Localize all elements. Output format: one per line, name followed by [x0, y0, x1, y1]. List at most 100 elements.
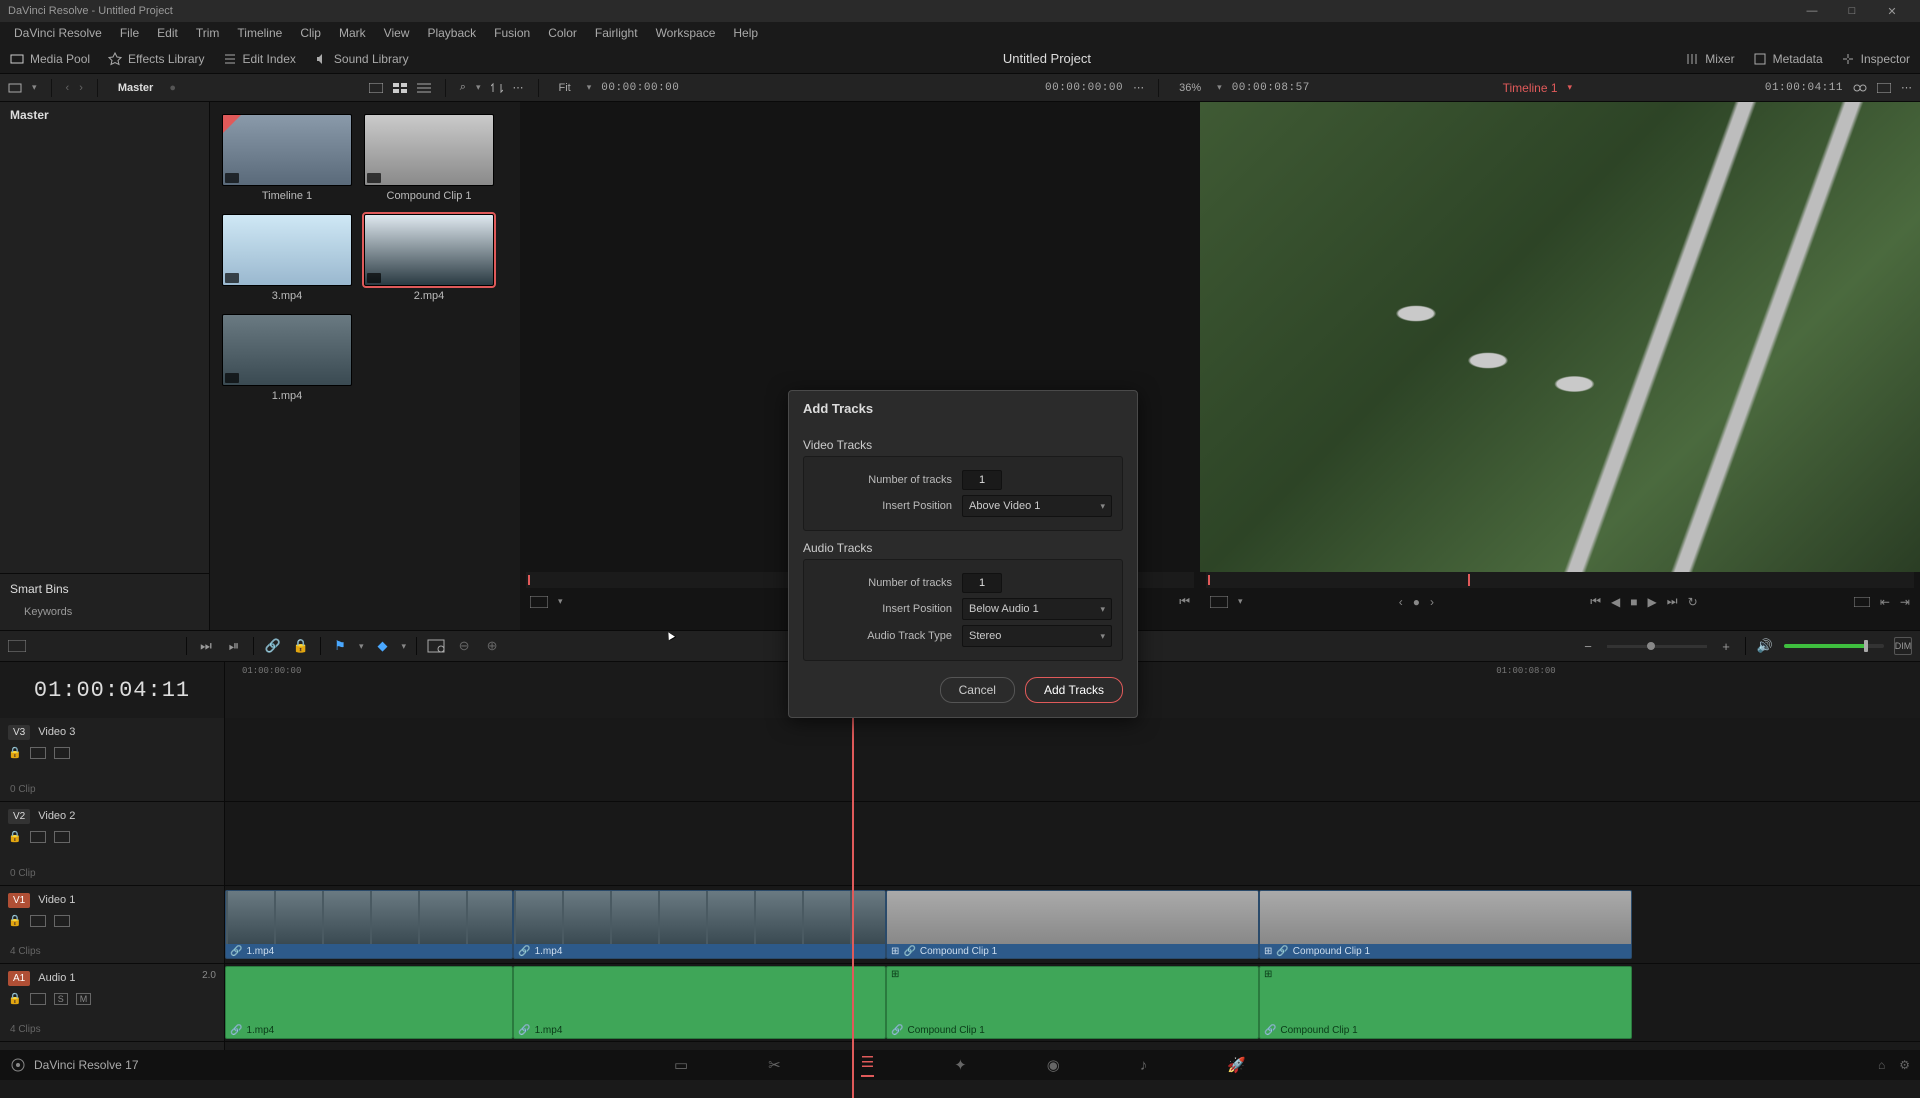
- ws-effects-library[interactable]: Effects Library: [108, 52, 204, 66]
- page-fairlight-icon[interactable]: ♪: [1140, 1057, 1148, 1074]
- ws-media-pool[interactable]: Media Pool: [10, 52, 90, 66]
- source-timecode[interactable]: 00:00:00:00: [601, 82, 679, 94]
- tl-end-icon[interactable]: ⏯: [225, 637, 243, 655]
- auto-select-icon[interactable]: [30, 993, 46, 1005]
- menu-fusion[interactable]: Fusion: [486, 24, 538, 42]
- tl-zoom-out-icon[interactable]: −: [1579, 637, 1597, 655]
- bin-view-icon[interactable]: [8, 81, 22, 95]
- dim-button[interactable]: DIM: [1894, 637, 1912, 655]
- program-jog-bar[interactable]: [1206, 572, 1914, 588]
- src-mode-icon[interactable]: [530, 596, 548, 608]
- tl-zoom-slider[interactable]: [1607, 645, 1707, 648]
- menu-playback[interactable]: Playback: [419, 24, 484, 42]
- chevron-down-icon[interactable]: ▾: [32, 82, 37, 93]
- zoom-in-icon[interactable]: ⊕: [483, 637, 501, 655]
- menu-trim[interactable]: Trim: [188, 24, 228, 42]
- menu-davinci[interactable]: DaVinci Resolve: [6, 24, 110, 42]
- auto-select-icon[interactable]: [30, 747, 46, 759]
- program-timecode-dur[interactable]: 00:00:08:57: [1232, 82, 1310, 94]
- lane-a1[interactable]: 🔗1.mp4 🔗1.mp4 ⊞🔗Compound Clip 1 ⊞🔗Compou…: [225, 964, 1920, 1042]
- playhead[interactable]: [852, 662, 854, 1098]
- search-chevron-icon[interactable]: ▾: [476, 82, 481, 93]
- audio-clip[interactable]: 🔗1.mp4: [513, 966, 886, 1039]
- menu-help[interactable]: Help: [725, 24, 766, 42]
- lock-track-icon[interactable]: 🔒: [8, 746, 22, 759]
- more-icon[interactable]: ⋯: [513, 81, 524, 94]
- fit-dropdown[interactable]: Fit: [553, 80, 577, 96]
- audio-clip[interactable]: ⊞🔗Compound Clip 1: [1259, 966, 1632, 1039]
- menu-file[interactable]: File: [112, 24, 147, 42]
- marker-chevron-icon[interactable]: ▾: [402, 641, 407, 652]
- menu-view[interactable]: View: [376, 24, 418, 42]
- single-viewer-icon[interactable]: [1877, 83, 1891, 93]
- home-icon[interactable]: ⌂: [1878, 1058, 1885, 1072]
- prog-in-icon[interactable]: ⇤: [1880, 595, 1890, 609]
- marker-icon[interactable]: ◆: [374, 637, 392, 655]
- window-max-icon[interactable]: □: [1832, 5, 1872, 17]
- timeline-selector[interactable]: Timeline 1: [1503, 81, 1558, 95]
- add-tracks-button[interactable]: Add Tracks: [1025, 677, 1123, 703]
- video-clip[interactable]: 🔗1.mp4: [513, 890, 886, 959]
- page-edit-icon[interactable]: ☰: [861, 1053, 874, 1077]
- auto-select-icon[interactable]: [30, 915, 46, 927]
- zoom-out-icon[interactable]: ⊖: [455, 637, 473, 655]
- video-clip[interactable]: 🔗1.mp4: [225, 890, 513, 959]
- track-header-v2[interactable]: V2Video 2 🔒 0 Clip: [0, 802, 224, 886]
- solo-button[interactable]: S: [54, 993, 68, 1005]
- tl-view-opts-icon[interactable]: [8, 637, 26, 655]
- audio-type-dropdown[interactable]: Stereo: [962, 625, 1112, 647]
- zoom-chevron-icon[interactable]: ▾: [1217, 82, 1222, 93]
- record-timecode[interactable]: 01:00:04:11: [1765, 82, 1843, 94]
- bypass-icon[interactable]: [1853, 82, 1867, 94]
- prog-more-icon[interactable]: ⋯: [1133, 81, 1144, 94]
- prog-match-icon[interactable]: [1854, 597, 1870, 607]
- window-close-icon[interactable]: ✕: [1872, 5, 1912, 18]
- video-pos-dropdown[interactable]: Above Video 1: [962, 495, 1112, 517]
- link-icon[interactable]: 🔗: [264, 637, 282, 655]
- mute-button[interactable]: M: [76, 993, 92, 1005]
- audio-clip[interactable]: 🔗1.mp4: [225, 966, 513, 1039]
- bin-root[interactable]: Master: [0, 102, 209, 128]
- menu-mark[interactable]: Mark: [331, 24, 374, 42]
- track-header-v1[interactable]: V1Video 1 🔒 4 Clips: [0, 886, 224, 964]
- prog-mode-icon[interactable]: [1210, 596, 1228, 608]
- track-header-a1[interactable]: A1Audio 1 2.0 🔒SM 4 Clips: [0, 964, 224, 1042]
- tl-last-icon[interactable]: ⏭: [197, 637, 215, 655]
- settings-icon[interactable]: ⚙: [1899, 1058, 1910, 1072]
- cancel-button[interactable]: Cancel: [940, 677, 1015, 703]
- prog-stop-icon[interactable]: ■: [1630, 595, 1637, 609]
- prog-loop-icon[interactable]: ↻: [1688, 595, 1698, 609]
- auto-select-icon[interactable]: [30, 831, 46, 843]
- clip-2mp4[interactable]: 2.mp4: [364, 214, 494, 302]
- src-first-icon[interactable]: ⏮: [1179, 594, 1190, 609]
- video-clip[interactable]: ⊞🔗Compound Clip 1: [886, 890, 1259, 959]
- ws-inspector[interactable]: Inspector: [1841, 52, 1910, 66]
- tl-zoom-in-icon[interactable]: +: [1717, 637, 1735, 655]
- lock-icon[interactable]: 🔒: [292, 637, 310, 655]
- prog-mark-icon[interactable]: ●: [1413, 595, 1420, 609]
- lock-track-icon[interactable]: 🔒: [8, 914, 22, 927]
- search-icon[interactable]: ⌕: [460, 81, 466, 94]
- smart-bin-keywords[interactable]: Keywords: [10, 602, 199, 622]
- quick-export-icon[interactable]: [427, 637, 445, 655]
- page-deliver-icon[interactable]: 🚀: [1227, 1056, 1246, 1074]
- flag-chevron-icon[interactable]: ▾: [359, 641, 364, 652]
- track-enable-icon[interactable]: [54, 915, 70, 927]
- src-mode-chevron-icon[interactable]: ▾: [558, 596, 563, 607]
- audio-num-input[interactable]: [962, 573, 1002, 593]
- zoom-dropdown[interactable]: 36%: [1173, 80, 1207, 96]
- video-clip[interactable]: ⊞🔗Compound Clip 1: [1259, 890, 1632, 959]
- ws-metadata[interactable]: Metadata: [1753, 52, 1823, 66]
- prog-prev-mark-icon[interactable]: ‹: [1399, 595, 1403, 609]
- clip-compound-1[interactable]: Compound Clip 1: [364, 114, 494, 202]
- menu-timeline[interactable]: Timeline: [229, 24, 290, 42]
- strip-view-icon[interactable]: [369, 83, 383, 93]
- track-enable-icon[interactable]: [54, 747, 70, 759]
- prog-prev-icon[interactable]: ◀: [1611, 595, 1620, 609]
- flag-icon[interactable]: ⚑: [331, 637, 349, 655]
- volume-slider[interactable]: [1784, 644, 1884, 648]
- window-min-icon[interactable]: —: [1792, 5, 1832, 17]
- page-cut-icon[interactable]: ✂: [768, 1056, 781, 1074]
- viewer-more-icon[interactable]: ⋯: [1901, 81, 1912, 94]
- clip-3mp4[interactable]: 3.mp4: [222, 214, 352, 302]
